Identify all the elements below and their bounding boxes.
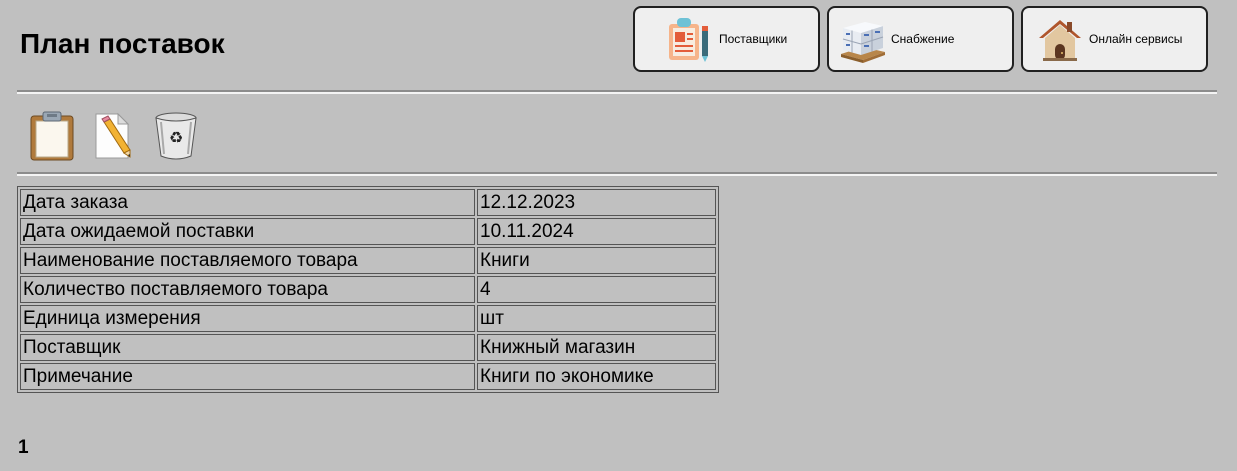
page-title: План поставок [20, 28, 225, 59]
field-label: Наименование поставляемого товара [20, 247, 475, 274]
field-value: Книги по экономике [477, 363, 716, 390]
table-row: Дата заказа 12.12.2023 [20, 189, 716, 216]
svg-text:♻: ♻ [169, 128, 183, 147]
field-value: шт [477, 305, 716, 332]
supply-button-label: Снабжение [891, 32, 955, 46]
table-row: Дата ожидаемой поставки 10.11.2024 [20, 218, 716, 245]
bottom-divider [17, 172, 1217, 176]
top-divider [17, 90, 1217, 94]
pencil-document-icon[interactable] [90, 110, 138, 162]
supply-plan-table: Дата заказа 12.12.2023 Дата ожидаемой пост… [17, 186, 719, 393]
field-label: Дата ожидаемой поставки [20, 218, 475, 245]
field-value: 4 [477, 276, 716, 303]
field-value: Книжный магазин [477, 334, 716, 361]
recycle-bin-icon[interactable]: ♻ [152, 110, 200, 162]
field-label: Единица измерения [20, 305, 475, 332]
online-services-button[interactable]: Онлайн сервисы [1021, 6, 1208, 72]
field-label: Дата заказа [20, 189, 475, 216]
field-value: 10.11.2024 [477, 218, 716, 245]
table-row: Наименование поставляемого товара Книги [20, 247, 716, 274]
table-row: Поставщик Книжный магазин [20, 334, 716, 361]
field-value: Книги [477, 247, 716, 274]
house-icon [1035, 14, 1085, 64]
boxes-pallet-icon [837, 14, 887, 64]
suppliers-button-label: Поставщики [719, 32, 788, 46]
online-services-button-label: Онлайн сервисы [1089, 32, 1183, 46]
suppliers-button[interactable]: Поставщики [633, 6, 820, 72]
field-value: 12.12.2023 [477, 189, 716, 216]
page-number: 1 [18, 437, 29, 458]
table-row: Единица измерения шт [20, 305, 716, 332]
field-label: Поставщик [20, 334, 475, 361]
clipboard-form-icon [665, 14, 715, 64]
table-row: Количество поставляемого товара 4 [20, 276, 716, 303]
field-label: Количество поставляемого товара [20, 276, 475, 303]
clipboard-icon[interactable] [28, 110, 76, 162]
supply-button[interactable]: Снабжение [827, 6, 1014, 72]
table-row: Примечание Книги по экономике [20, 363, 716, 390]
field-label: Примечание [20, 363, 475, 390]
